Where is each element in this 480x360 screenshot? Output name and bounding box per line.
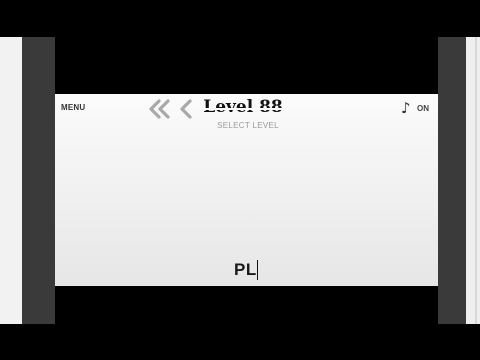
right-white-strip: [466, 37, 480, 324]
chevron-left-icon: [180, 99, 192, 119]
level-title-text: Level 88: [203, 97, 283, 117]
level-subtitle: SELECT LEVEL: [217, 121, 279, 130]
sound-state: ON: [417, 104, 429, 113]
game-area[interactable]: MENU Level 88 SELECT LEVEL ♪ ON PL: [55, 94, 438, 286]
text-caret: [257, 260, 258, 280]
typed-text: PL: [234, 260, 257, 279]
left-frame-bar: [22, 37, 55, 324]
music-note-icon: ♪: [401, 99, 411, 117]
right-scroll-edge: [475, 37, 477, 324]
first-level-button[interactable]: [148, 98, 172, 120]
page: MENU Level 88 SELECT LEVEL ♪ ON PL: [0, 0, 480, 360]
menu-button[interactable]: MENU: [61, 103, 85, 112]
previous-level-button[interactable]: [179, 98, 193, 120]
left-white-strip: [0, 37, 22, 324]
level-title: Level 88: [203, 97, 283, 117]
sound-toggle[interactable]: ♪ ON: [401, 99, 433, 117]
double-chevron-left-icon: [149, 99, 170, 119]
right-frame-bar: [438, 37, 466, 324]
